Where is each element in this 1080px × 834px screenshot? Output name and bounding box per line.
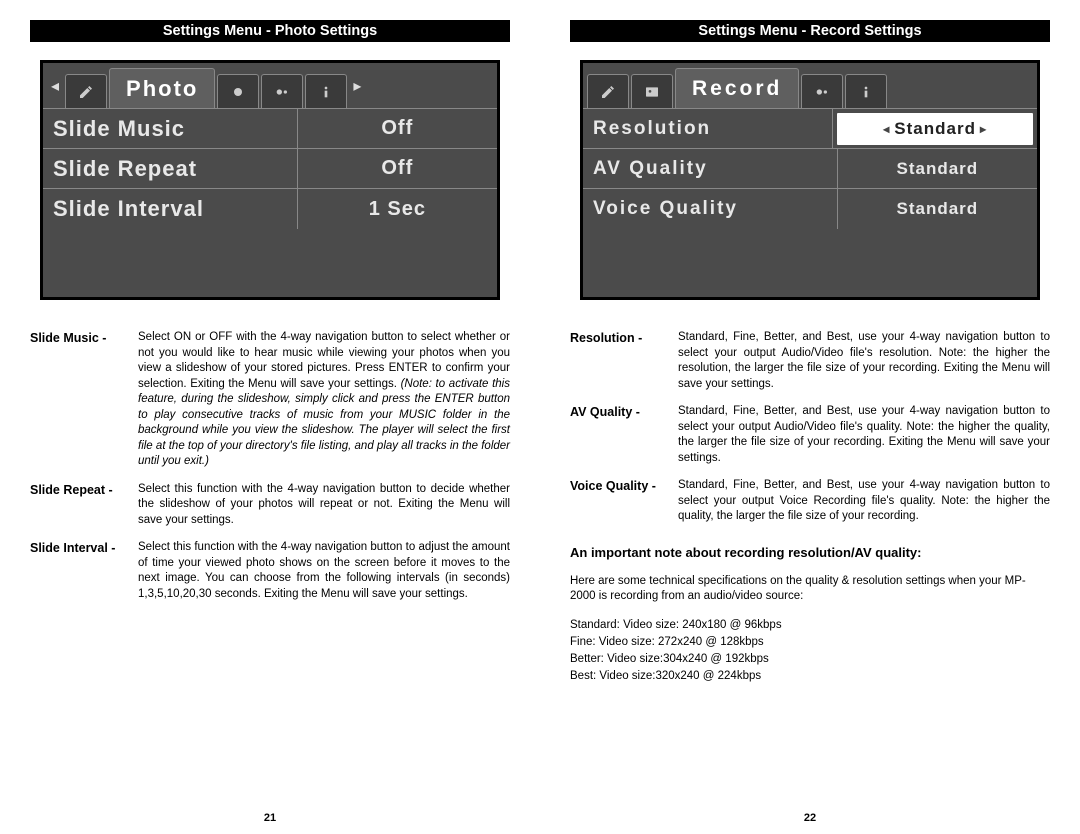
- header-record: Settings Menu - Record Settings: [570, 20, 1050, 42]
- page-right: Settings Menu - Record Settings Record R…: [570, 20, 1050, 824]
- value-av-quality: Standard: [838, 159, 1037, 179]
- tab-info-icon: [305, 74, 347, 108]
- spec-fine: Fine: Video size: 272x240 @ 128kbps: [570, 634, 1050, 651]
- note-body: Here are some technical specifications o…: [570, 574, 1050, 605]
- term-voice-quality: Voice Quality -: [570, 478, 678, 525]
- nav-right-icon: ▸: [349, 76, 365, 96]
- note-heading: An important note about recording resolu…: [570, 545, 1050, 560]
- body-slide-repeat: Select this function with the 4-way navi…: [138, 482, 510, 529]
- row-resolution: Resolution ◂ Standard ▸: [583, 109, 1037, 149]
- body-slide-music: Select ON or OFF with the 4-way navigati…: [138, 330, 510, 470]
- body-voice-quality: Standard, Fine, Better, and Best, use yo…: [678, 478, 1050, 525]
- row-slide-music: Slide Music Off: [43, 109, 497, 149]
- page-left: Settings Menu - Photo Settings ◂ Photo ▸…: [30, 20, 510, 824]
- header-photo: Settings Menu - Photo Settings: [30, 20, 510, 42]
- screen-record: Record Resolution ◂ Standard ▸ AV Qualit…: [580, 60, 1040, 300]
- spec-best: Best: Video size:320x240 @ 224kbps: [570, 668, 1050, 685]
- desc-resolution: Resolution - Standard, Fine, Better, and…: [570, 330, 1050, 392]
- value-slide-music: Off: [298, 117, 497, 140]
- label-slide-music: Slide Music: [43, 109, 298, 148]
- value-voice-quality: Standard: [838, 199, 1037, 219]
- tab-info-icon: [845, 74, 887, 108]
- tab-gear-icon: [801, 74, 843, 108]
- tabbar-record: Record: [583, 63, 1037, 109]
- spec-better: Better: Video size:304x240 @ 192kbps: [570, 651, 1050, 668]
- desc-voice-quality: Voice Quality - Standard, Fine, Better, …: [570, 478, 1050, 525]
- label-resolution: Resolution: [583, 109, 833, 148]
- screen-photo: ◂ Photo ▸ Slide Music Off Slide Repeat: [40, 60, 500, 300]
- tab-pencil-icon: [587, 74, 629, 108]
- term-resolution: Resolution -: [570, 330, 678, 392]
- row-av-quality: AV Quality Standard: [583, 149, 1037, 189]
- label-slide-interval: Slide Interval: [43, 189, 298, 229]
- desc-slide-interval: Slide Interval - Select this function wi…: [30, 540, 510, 602]
- descriptions-photo: Slide Music - Select ON or OFF with the …: [30, 330, 510, 614]
- body-av-quality: Standard, Fine, Better, and Best, use yo…: [678, 404, 1050, 466]
- row-slide-interval: Slide Interval 1 Sec: [43, 189, 497, 229]
- desc-slide-music: Slide Music - Select ON or OFF with the …: [30, 330, 510, 470]
- term-av-quality: AV Quality -: [570, 404, 678, 466]
- tab-gear-icon: [261, 74, 303, 108]
- value-slide-repeat: Off: [298, 157, 497, 180]
- tab-photo-icon: [631, 74, 673, 108]
- page-number-left: 21: [30, 802, 510, 824]
- row-voice-quality: Voice Quality Standard: [583, 189, 1037, 229]
- spec-list: Standard: Video size: 240x180 @ 96kbps F…: [570, 617, 1050, 686]
- value-slide-interval: 1 Sec: [298, 198, 497, 221]
- body-slide-interval: Select this function with the 4-way navi…: [138, 540, 510, 602]
- desc-av-quality: AV Quality - Standard, Fine, Better, and…: [570, 404, 1050, 466]
- chevron-left-icon: ◂: [883, 122, 890, 136]
- term-slide-repeat: Slide Repeat -: [30, 482, 138, 529]
- spec-standard: Standard: Video size: 240x180 @ 96kbps: [570, 617, 1050, 634]
- tab-record-icon: [217, 74, 259, 108]
- row-slide-repeat: Slide Repeat Off: [43, 149, 497, 189]
- term-slide-music: Slide Music -: [30, 330, 138, 470]
- tab-pencil-icon: [65, 74, 107, 108]
- settings-rows-record: Resolution ◂ Standard ▸ AV Quality Stand…: [583, 109, 1037, 229]
- settings-rows-photo: Slide Music Off Slide Repeat Off Slide I…: [43, 109, 497, 229]
- value-resolution: ◂ Standard ▸: [837, 113, 1033, 145]
- page-number-right: 22: [570, 802, 1050, 824]
- desc-slide-repeat: Slide Repeat - Select this function with…: [30, 482, 510, 529]
- chevron-right-icon: ▸: [980, 122, 987, 136]
- descriptions-record: Resolution - Standard, Fine, Better, and…: [570, 330, 1050, 537]
- body-resolution: Standard, Fine, Better, and Best, use yo…: [678, 330, 1050, 392]
- label-av-quality: AV Quality: [583, 149, 838, 188]
- term-slide-interval: Slide Interval -: [30, 540, 138, 602]
- tab-record: Record: [675, 68, 799, 108]
- label-slide-repeat: Slide Repeat: [43, 149, 298, 188]
- tabbar-photo: ◂ Photo ▸: [43, 63, 497, 109]
- nav-left-icon: ◂: [47, 76, 63, 96]
- label-voice-quality: Voice Quality: [583, 189, 838, 229]
- tab-photo: Photo: [109, 68, 215, 108]
